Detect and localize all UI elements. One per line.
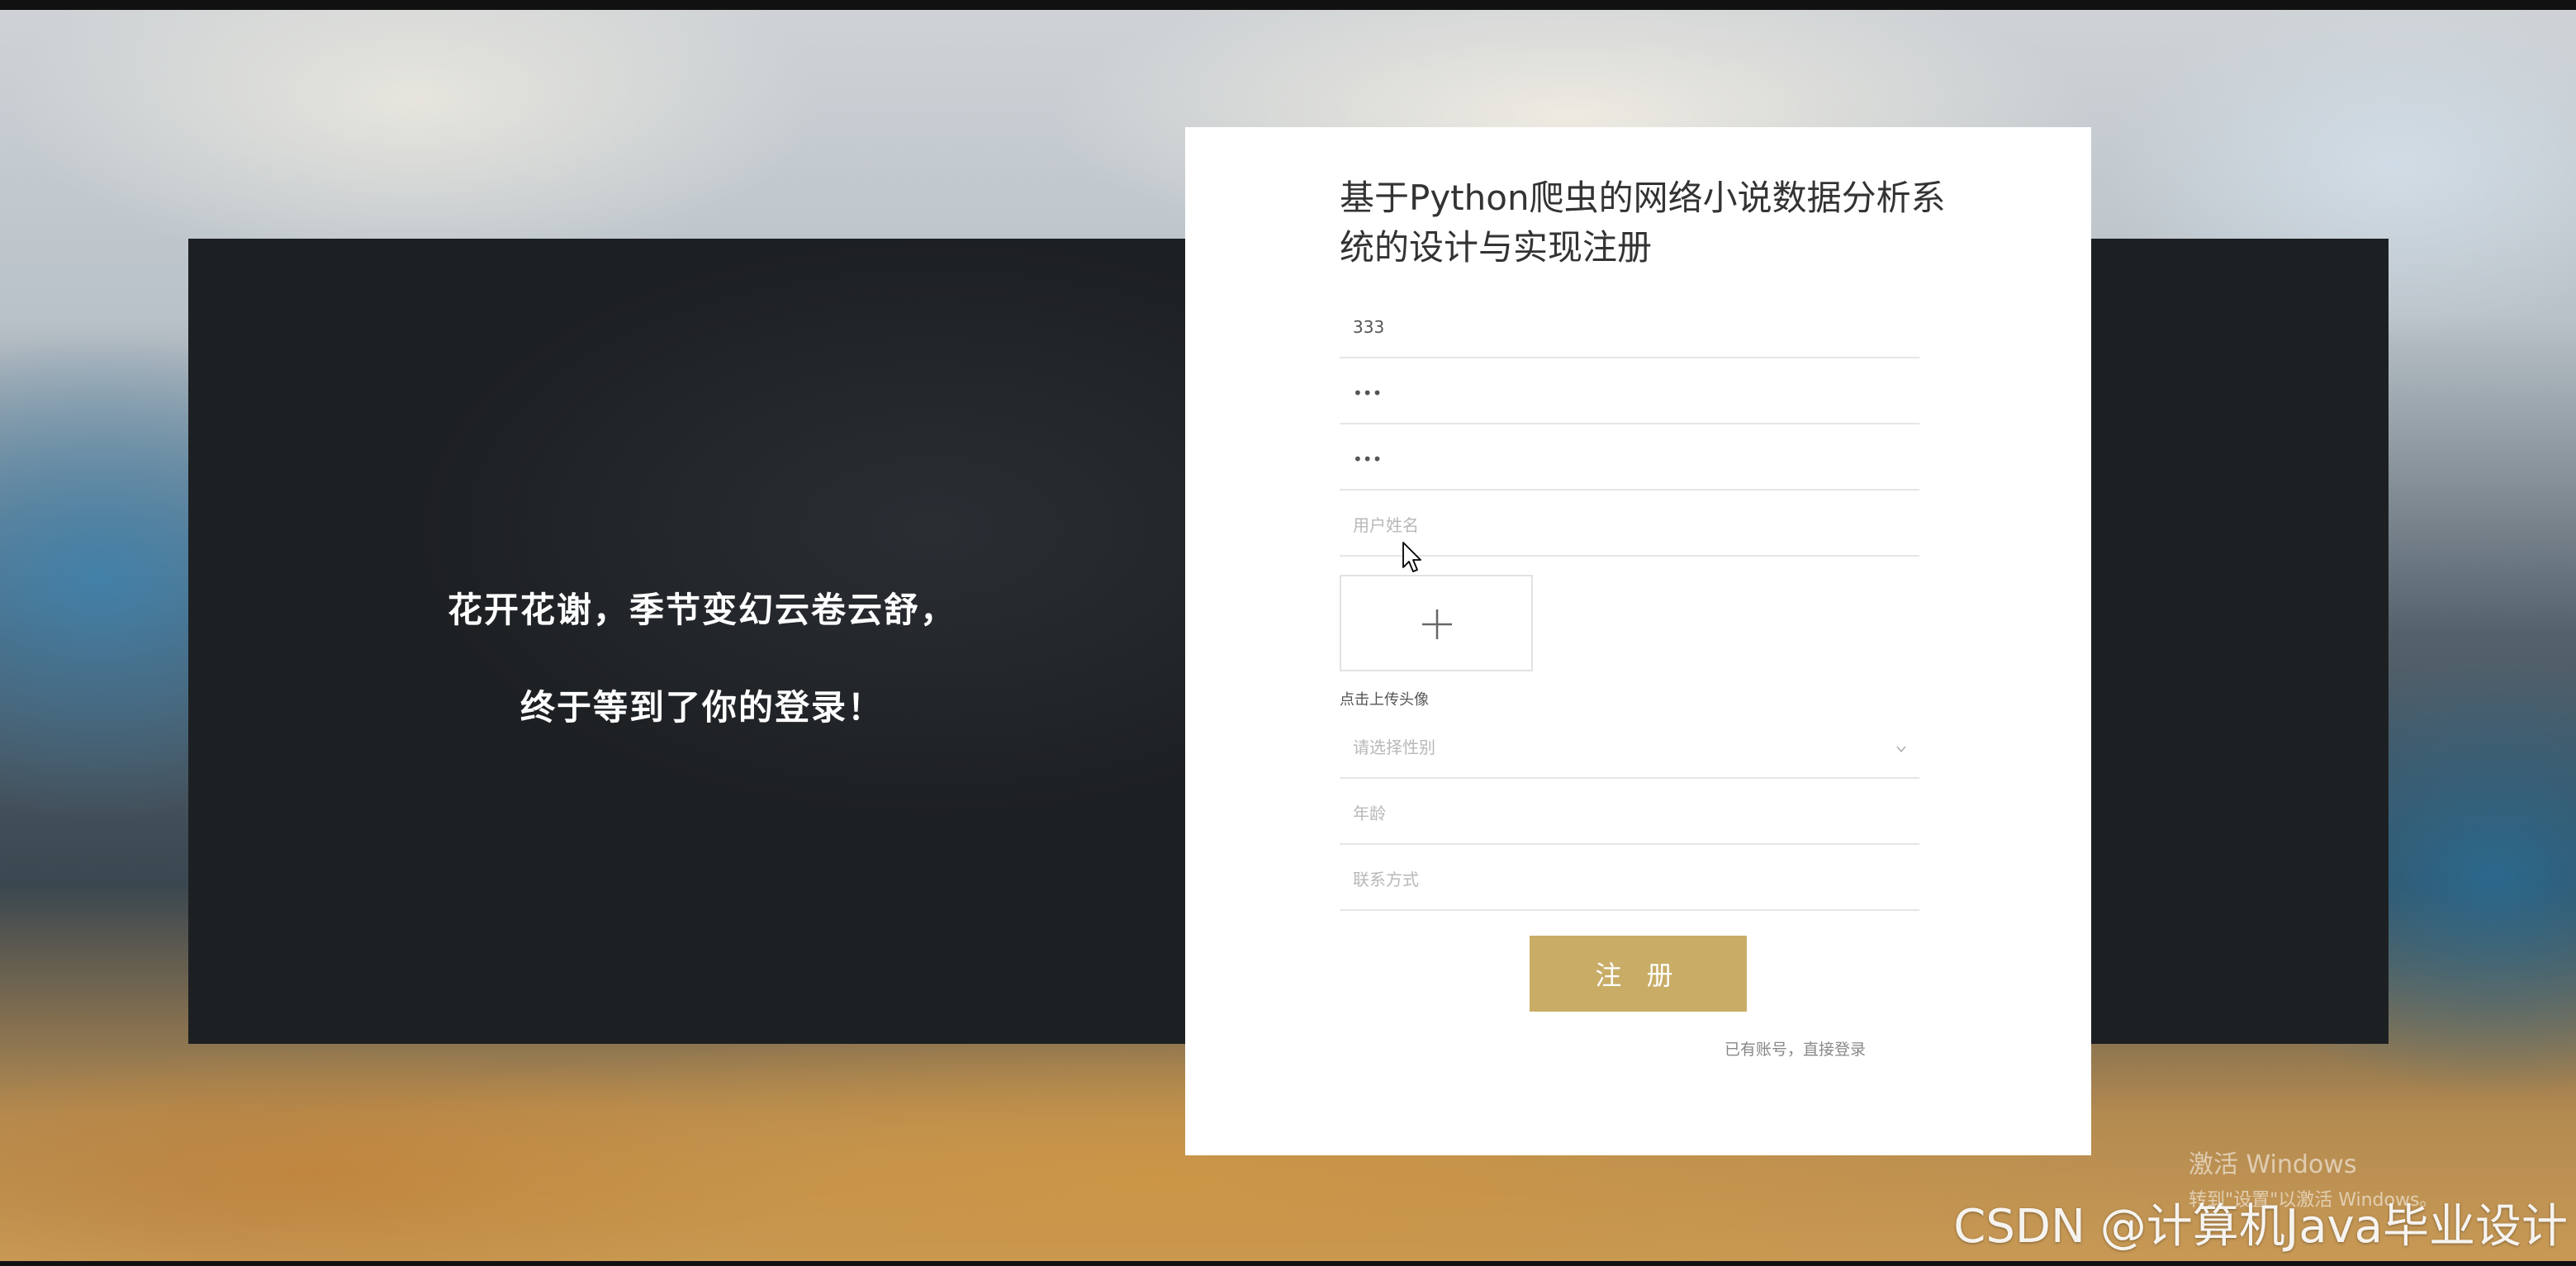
account-field bbox=[1340, 292, 1919, 358]
age-input[interactable] bbox=[1353, 797, 1881, 830]
password-field bbox=[1340, 358, 1919, 424]
form-title: 基于Python爬虫的网络小说数据分析系统的设计与实现注册 bbox=[1340, 178, 1946, 268]
contact-input[interactable] bbox=[1353, 863, 1881, 896]
account-input[interactable] bbox=[1353, 311, 1881, 344]
bottom-border bbox=[0, 1261, 2576, 1266]
avatar-upload-label: 点击上传头像 bbox=[1340, 691, 1429, 709]
contact-field bbox=[1340, 845, 1919, 911]
slogan-line-2: 终于等到了你的登录！ bbox=[519, 687, 884, 728]
avatar-upload-button[interactable] bbox=[1340, 575, 1533, 671]
register-form: 基于Python爬虫的网络小说数据分析系统的设计与实现注册 点击上传头像 请选择… bbox=[1340, 173, 1946, 911]
mouse-cursor-icon bbox=[1402, 542, 1421, 572]
top-border bbox=[0, 0, 2576, 10]
confirm-password-field bbox=[1340, 424, 1919, 491]
register-page: 花开花谢，季节变幻云卷云舒， 终于等到了你的登录！ 基于Python爬虫的网络小… bbox=[0, 0, 2576, 1266]
welcome-slogan: 花开花谢，季节变幻云卷云舒， 终于等到了你的登录！ bbox=[355, 562, 1049, 756]
age-field bbox=[1340, 779, 1919, 845]
login-link[interactable]: 已有账号，直接登录 bbox=[1724, 1037, 1866, 1060]
plus-icon bbox=[1422, 609, 1452, 639]
username-field bbox=[1340, 491, 1919, 557]
csdn-watermark: CSDN @计算机Java毕业设计 bbox=[1953, 1200, 2568, 1254]
confirm-password-input[interactable] bbox=[1353, 443, 1881, 476]
gender-select-value: 请选择性别 bbox=[1353, 737, 1435, 757]
windows-watermark-line-1: 激活 Windows bbox=[2189, 1150, 2357, 1179]
username-input[interactable] bbox=[1353, 509, 1881, 542]
password-input[interactable] bbox=[1353, 377, 1881, 410]
submit-wrapper: 注 册 bbox=[1530, 936, 1747, 1012]
slogan-line-1: 花开花谢，季节变幻云卷云舒， bbox=[447, 590, 956, 630]
register-button[interactable]: 注 册 bbox=[1530, 936, 1747, 1012]
chevron-down-icon bbox=[1896, 746, 1906, 753]
gender-select[interactable]: 请选择性别 bbox=[1340, 713, 1919, 779]
